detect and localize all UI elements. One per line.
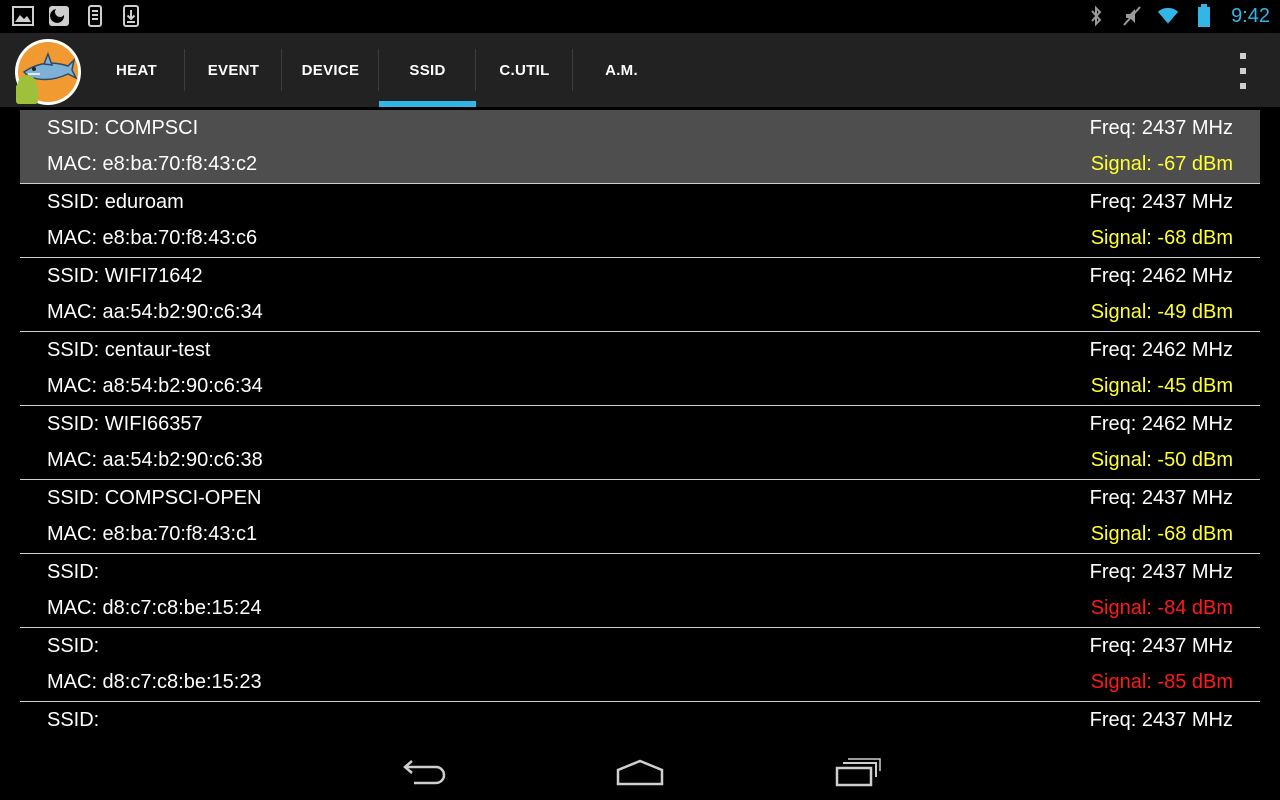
- ssid-label: SSID:: [47, 560, 100, 583]
- list-item-bottom-line: MAC: e8:ba:70:f8:43:c6 Signal: -68 dBm: [47, 223, 1233, 253]
- tab-device[interactable]: DEVICE: [282, 33, 379, 107]
- navigation-bar: [0, 742, 1280, 800]
- frequency-label: Freq: 2462 MHz: [1089, 412, 1233, 435]
- list-item-top-line: SSID: centaur-test Freq: 2462 MHz: [47, 335, 1233, 365]
- recent-apps-icon[interactable]: [828, 750, 888, 794]
- mute-icon: [1121, 5, 1143, 27]
- ssid-list-item[interactable]: SSID: WIFI71642 Freq: 2462 MHz MAC: aa:54:…: [20, 258, 1260, 332]
- tab-label: C.UTIL: [499, 61, 550, 79]
- list-item-top-line: SSID: WIFI71642 Freq: 2462 MHz: [47, 261, 1233, 291]
- tab-label: HEAT: [116, 61, 157, 79]
- tab-bar: HEAT EVENT DEVICE SSID C.UTIL A.M.: [88, 33, 670, 107]
- ssid-list-item[interactable]: SSID: COMPSCI Freq: 2437 MHz MAC: e8:ba:70…: [20, 110, 1260, 184]
- overflow-dot: [1240, 68, 1246, 74]
- signal-strength-label: Signal: -84 dBm: [1090, 596, 1233, 619]
- frequency-label: Freq: 2437 MHz: [1089, 486, 1233, 509]
- ssid-list-item[interactable]: SSID: Freq: 2437 MHz: [20, 702, 1260, 742]
- shark-app-logo[interactable]: [14, 38, 82, 106]
- ssid-list-item[interactable]: SSID: COMPSCI-OPEN Freq: 2437 MHz MAC: e8:…: [20, 480, 1260, 554]
- notification-icons: [12, 5, 142, 27]
- status-bar: 9:42: [0, 0, 1280, 33]
- sim-notification-icon: [48, 5, 70, 27]
- signal-strength-label: Signal: -68 dBm: [1090, 226, 1233, 249]
- mac-label: MAC: d8:c7:c8:be:15:24: [47, 596, 262, 619]
- ssid-list-item[interactable]: SSID: WIFI66357 Freq: 2462 MHz MAC: aa:54:…: [20, 406, 1260, 480]
- tab-event[interactable]: EVENT: [185, 33, 282, 107]
- list-item-bottom-line: MAC: d8:c7:c8:be:15:23 Signal: -85 dBm: [47, 667, 1233, 697]
- frequency-label: Freq: 2437 MHz: [1089, 190, 1233, 213]
- back-icon[interactable]: [394, 750, 454, 794]
- phone-notification-icon: [84, 5, 106, 27]
- ssid-label: SSID: WIFI71642: [47, 264, 203, 287]
- frequency-label: Freq: 2437 MHz: [1089, 708, 1233, 731]
- mac-label: MAC: aa:54:b2:90:c6:34: [47, 300, 263, 323]
- signal-strength-label: Signal: -67 dBm: [1090, 152, 1233, 175]
- overflow-menu-icon[interactable]: [1236, 53, 1250, 89]
- wifi-icon: [1157, 5, 1179, 27]
- list-item-bottom-line: MAC: aa:54:b2:90:c6:38 Signal: -50 dBm: [47, 445, 1233, 475]
- ssid-list-item[interactable]: SSID: centaur-test Freq: 2462 MHz MAC: a8:…: [20, 332, 1260, 406]
- mac-label: MAC: a8:54:b2:90:c6:34: [47, 374, 263, 397]
- list-item-top-line: SSID: COMPSCI-OPEN Freq: 2437 MHz: [47, 483, 1233, 513]
- list-item-bottom-line: MAC: d8:c7:c8:be:15:24 Signal: -84 dBm: [47, 593, 1233, 623]
- ssid-label: SSID: eduroam: [47, 190, 184, 213]
- list-item-bottom-line: MAC: aa:54:b2:90:c6:34 Signal: -49 dBm: [47, 297, 1233, 327]
- list-item-top-line: SSID: WIFI66357 Freq: 2462 MHz: [47, 409, 1233, 439]
- tab-c-util[interactable]: C.UTIL: [476, 33, 573, 107]
- mac-label: MAC: d8:c7:c8:be:15:23: [47, 670, 262, 693]
- gallery-notification-icon: [12, 5, 34, 27]
- ssid-list[interactable]: SSID: COMPSCI Freq: 2437 MHz MAC: e8:ba:70…: [20, 110, 1260, 742]
- ssid-list-item[interactable]: SSID: eduroam Freq: 2437 MHz MAC: e8:ba:70…: [20, 184, 1260, 258]
- mac-label: MAC: e8:ba:70:f8:43:c6: [47, 226, 258, 249]
- signal-strength-label: Signal: -68 dBm: [1090, 522, 1233, 545]
- ssid-label: SSID: COMPSCI: [47, 116, 199, 139]
- battery-icon: [1193, 4, 1215, 27]
- action-bar: HEAT EVENT DEVICE SSID C.UTIL A.M.: [0, 33, 1280, 107]
- tab-ssid[interactable]: SSID: [379, 33, 476, 107]
- active-tab-indicator: [379, 101, 476, 107]
- download-notification-icon: [120, 5, 142, 27]
- list-item-top-line: SSID: COMPSCI Freq: 2437 MHz: [47, 113, 1233, 143]
- list-item-top-line: SSID: Freq: 2437 MHz: [47, 631, 1233, 661]
- tab-heat[interactable]: HEAT: [88, 33, 185, 107]
- list-item-top-line: SSID: eduroam Freq: 2437 MHz: [47, 187, 1233, 217]
- home-icon[interactable]: [610, 750, 670, 794]
- mac-label: MAC: e8:ba:70:f8:43:c1: [47, 522, 258, 545]
- system-indicators: 9:42: [1085, 4, 1270, 28]
- tab-label: EVENT: [207, 61, 260, 79]
- signal-strength-label: Signal: -50 dBm: [1090, 448, 1233, 471]
- ssid-label: SSID: WIFI66357: [47, 412, 203, 435]
- list-item-bottom-line: MAC: a8:54:b2:90:c6:34 Signal: -45 dBm: [47, 371, 1233, 401]
- ssid-list-item[interactable]: SSID: Freq: 2437 MHz MAC: d8:c7:c8:be:15:2…: [20, 628, 1260, 702]
- status-clock: 9:42: [1231, 5, 1270, 27]
- signal-strength-label: Signal: -49 dBm: [1090, 300, 1233, 323]
- tab-label: SSID: [409, 61, 446, 79]
- mac-label: MAC: aa:54:b2:90:c6:38: [47, 448, 263, 471]
- frequency-label: Freq: 2437 MHz: [1089, 116, 1233, 139]
- tab-label: DEVICE: [301, 61, 360, 79]
- ssid-label: SSID:: [47, 708, 100, 731]
- ssid-list-item[interactable]: SSID: Freq: 2437 MHz MAC: d8:c7:c8:be:15:2…: [20, 554, 1260, 628]
- list-item-bottom-line: MAC: e8:ba:70:f8:43:c1 Signal: -68 dBm: [47, 519, 1233, 549]
- ssid-label: SSID: COMPSCI-OPEN: [47, 486, 262, 509]
- mac-label: MAC: e8:ba:70:f8:43:c2: [47, 152, 258, 175]
- signal-strength-label: Signal: -45 dBm: [1090, 374, 1233, 397]
- list-item-bottom-line: MAC: e8:ba:70:f8:43:c2 Signal: -67 dBm: [47, 149, 1233, 179]
- ssid-label: SSID:: [47, 634, 100, 657]
- tab-label: A.M.: [605, 61, 638, 79]
- bluetooth-icon: [1085, 5, 1107, 27]
- list-item-top-line: SSID: Freq: 2437 MHz: [47, 557, 1233, 587]
- tab-a-m[interactable]: A.M.: [573, 33, 670, 107]
- frequency-label: Freq: 2437 MHz: [1089, 634, 1233, 657]
- frequency-label: Freq: 2462 MHz: [1089, 338, 1233, 361]
- signal-strength-label: Signal: -85 dBm: [1090, 670, 1233, 693]
- overflow-dot: [1240, 83, 1246, 89]
- overflow-dot: [1240, 53, 1246, 59]
- list-item-top-line: SSID: Freq: 2437 MHz: [47, 705, 1233, 735]
- frequency-label: Freq: 2462 MHz: [1089, 264, 1233, 287]
- frequency-label: Freq: 2437 MHz: [1089, 560, 1233, 583]
- ssid-label: SSID: centaur-test: [47, 338, 211, 361]
